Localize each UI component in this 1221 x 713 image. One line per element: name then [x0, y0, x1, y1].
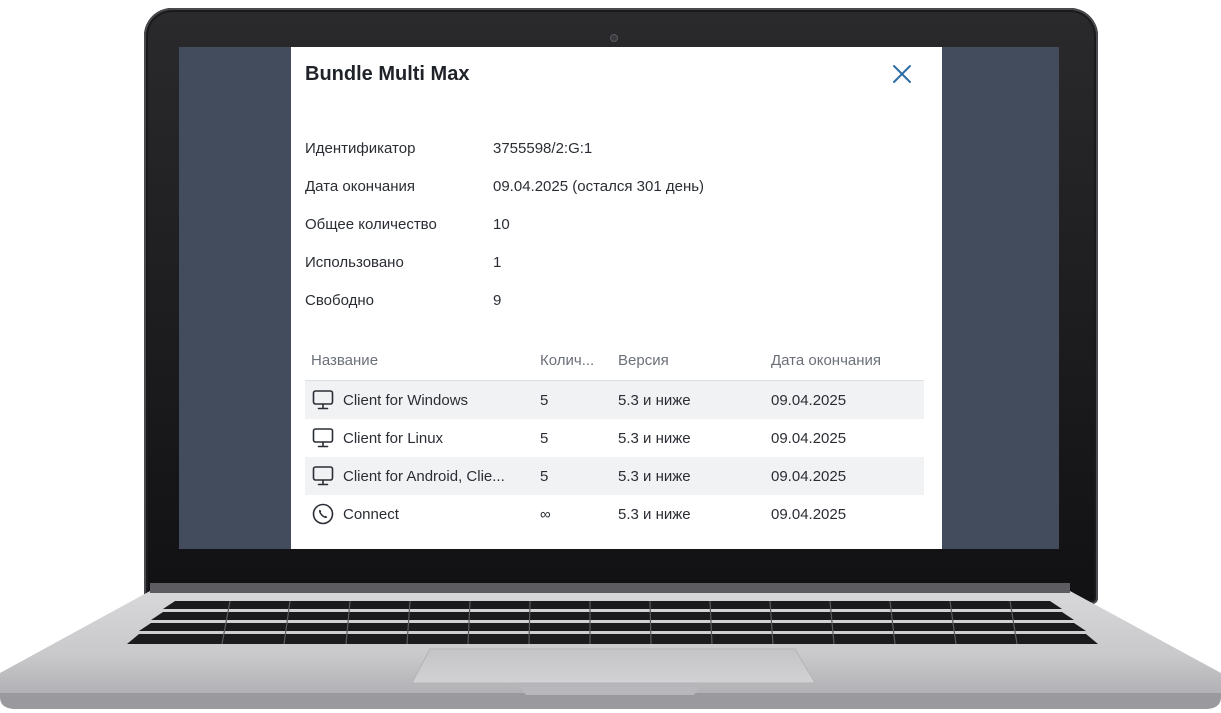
phone-circle-icon	[312, 503, 334, 525]
column-header-version[interactable]: Версия	[618, 352, 771, 369]
info-label: Свободно	[305, 291, 374, 309]
table-row[interactable]: Connect ∞ 5.3 и ниже 09.04.2025	[305, 495, 924, 533]
info-value: 9	[493, 291, 502, 309]
info-label: Дата окончания	[305, 177, 416, 195]
license-info: Идентификатор 3755598/2:G:1 Дата окончан…	[305, 129, 704, 319]
component-name: Client for Linux	[343, 429, 444, 447]
info-label: Общее количество	[305, 215, 437, 233]
info-value: 09.04.2025 (остался 301 день)	[493, 177, 705, 195]
info-row-used: Использовано 1	[305, 243, 704, 281]
column-header-count[interactable]: Колич...	[540, 352, 618, 369]
table-header: Название Колич... Версия Дата окончания	[305, 340, 924, 381]
cell-count: 5	[540, 391, 549, 409]
license-dialog: Bundle Multi Max Идентификатор 3755598/2…	[291, 47, 942, 549]
cell-name: Client for Linux	[305, 426, 540, 450]
laptop-base	[0, 583, 1221, 713]
laptop-screen: Bundle Multi Max Идентификатор 3755598/2…	[179, 47, 1059, 549]
close-icon	[893, 65, 911, 83]
monitor-icon	[312, 390, 334, 410]
monitor-icon	[312, 428, 334, 448]
cell-date: 09.04.2025	[771, 467, 847, 485]
cell-count: ∞	[540, 505, 551, 523]
components-table: Название Колич... Версия Дата окончания …	[305, 340, 924, 533]
cell-count: 5	[540, 467, 549, 485]
cell-version: 5.3 и ниже	[618, 505, 691, 523]
cell-date: 09.04.2025	[771, 505, 847, 523]
cell-version: 5.3 и ниже	[618, 467, 691, 485]
cell-name: Connect	[305, 502, 540, 526]
cell-date: 09.04.2025	[771, 391, 847, 409]
info-row-total: Общее количество 10	[305, 205, 704, 243]
close-button[interactable]	[889, 61, 915, 87]
cell-count: 5	[540, 429, 549, 447]
laptop-keyboard-deck	[0, 583, 1221, 709]
info-row-free: Свободно 9	[305, 281, 704, 319]
column-header-name[interactable]: Название	[305, 352, 540, 369]
component-name: Client for Android, Clie...	[343, 467, 505, 485]
cell-version: 5.3 и ниже	[618, 429, 691, 447]
info-value: 3755598/2:G:1	[493, 139, 593, 157]
cell-name: Client for Android, Clie...	[305, 464, 540, 488]
info-label: Использовано	[305, 253, 404, 271]
table-row[interactable]: Client for Android, Clie... 5 5.3 и ниже…	[305, 457, 924, 495]
cell-version: 5.3 и ниже	[618, 391, 691, 409]
component-name: Client for Windows	[343, 391, 469, 409]
info-value: 1	[493, 253, 502, 271]
table-row[interactable]: Client for Linux 5 5.3 и ниже 09.04.2025	[305, 419, 924, 457]
dialog-title: Bundle Multi Max	[305, 63, 470, 85]
info-row-expiry: Дата окончания 09.04.2025 (остался 301 д…	[305, 167, 704, 205]
monitor-icon	[312, 466, 334, 486]
cell-name: Client for Windows	[305, 388, 540, 412]
column-header-date[interactable]: Дата окончания	[771, 352, 924, 369]
cell-date: 09.04.2025	[771, 429, 847, 447]
info-label: Идентификатор	[305, 139, 416, 157]
info-value: 10	[493, 215, 510, 233]
info-row-id: Идентификатор 3755598/2:G:1	[305, 129, 704, 167]
table-row[interactable]: Client for Windows 5 5.3 и ниже 09.04.20…	[305, 381, 924, 419]
component-name: Connect	[343, 505, 399, 523]
camera-icon	[610, 34, 618, 42]
